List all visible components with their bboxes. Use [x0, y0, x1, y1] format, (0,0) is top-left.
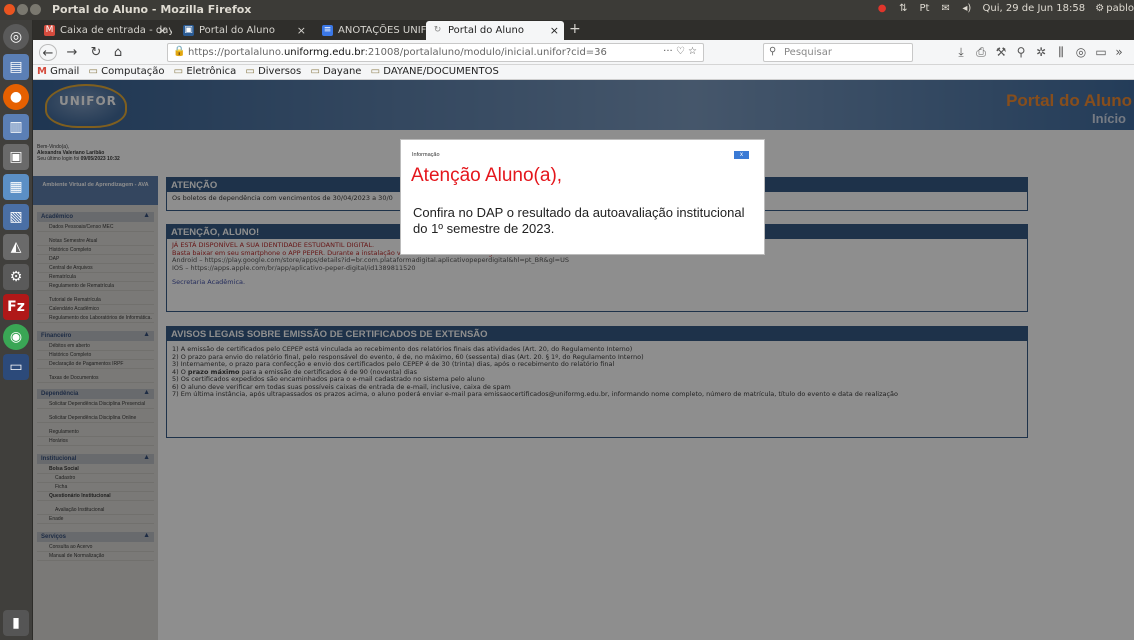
close-tab-icon[interactable]: × [550, 24, 559, 37]
search-placeholder: Pesquisar [784, 47, 832, 58]
bookmark-dayane-documentos[interactable]: ▭ DAYANE/DOCUMENTOS [371, 66, 499, 77]
window-minimize-button[interactable] [17, 4, 28, 15]
tools-icon[interactable]: ⚒ [993, 45, 1009, 59]
software-center-icon[interactable]: ◭ [3, 234, 29, 260]
close-tab-icon[interactable]: × [158, 24, 167, 37]
trash-icon[interactable]: ▮ [3, 610, 29, 636]
bookmark-label: Dayane [323, 66, 362, 77]
calc-icon[interactable]: ▦ [3, 174, 29, 200]
firefox-icon[interactable]: ● [3, 84, 29, 110]
modal-header: Informação [412, 152, 440, 158]
extension-icon[interactable]: ✲ [1033, 45, 1049, 59]
writer-icon[interactable]: ▥ [3, 114, 29, 140]
sidebar-toggle-icon[interactable]: ▭ [1093, 45, 1109, 59]
navigation-toolbar: ← → ↻ ⌂ 🔒 https://portalaluno.uniformg.e… [33, 40, 1134, 65]
bookmark-label: Computação [101, 66, 165, 77]
gmail-icon: M [44, 25, 55, 36]
terminal-icon[interactable]: ▭ [3, 354, 29, 380]
dash-icon[interactable]: ◎ [3, 24, 29, 50]
overflow-menu-icon[interactable]: » [1111, 45, 1127, 59]
modal-title: Atenção Aluno(a), [411, 165, 563, 186]
bookmark-computacao[interactable]: ▭ Computação [89, 66, 165, 77]
loading-icon: ↻ [433, 25, 442, 35]
mail-icon[interactable]: ✉ [940, 3, 951, 14]
new-tab-button[interactable]: + [569, 21, 581, 37]
modal-close-button[interactable]: x [734, 151, 749, 159]
forward-button[interactable]: → [63, 44, 81, 61]
chrome-icon[interactable]: ◉ [3, 324, 29, 350]
url-domain: uniformg.edu.br [283, 47, 365, 58]
system-tray: ● ⇅ Pt ✉ ◂) Qui, 29 de Jun 18:58 ⚙ pablo [870, 3, 1134, 14]
gmail-icon: M [37, 66, 47, 77]
bookmarks-toolbar: M Gmail ▭ Computação ▭ Eletrônica ▭ Dive… [33, 65, 1134, 80]
tab-label: Portal do Aluno [199, 25, 275, 36]
bookmark-dayane[interactable]: ▭ Dayane [310, 66, 361, 77]
reload-button[interactable]: ↻ [87, 44, 105, 61]
user-name[interactable]: pablo [1106, 3, 1134, 14]
downloads-icon[interactable]: ⤓ [953, 45, 969, 60]
ubuntu-launcher: ◎ ▤ ● ▥ ▣ ▦ ▧ ◭ ⚙ Fz ◉ ▭ ▮ [0, 20, 33, 640]
library-icon[interactable]: ⫼ [1053, 45, 1069, 60]
page-actions-icon[interactable]: ··· ♡ ☆ [663, 46, 697, 57]
clock[interactable]: Qui, 29 de Jun 18:58 [983, 3, 1086, 14]
portal-icon: ▣ [183, 25, 194, 36]
folder-icon: ▭ [173, 66, 184, 77]
settings-gear-icon[interactable]: ⚙ [1095, 3, 1104, 14]
update-alert-icon[interactable]: ● [877, 3, 888, 14]
url-bar[interactable]: 🔒 https://portalaluno.uniformg.edu.br:21… [167, 43, 704, 62]
tab-strip: M Caixa de entrada - dayan × ▣ Portal do… [33, 20, 1134, 40]
system-settings-icon[interactable]: ⚙ [3, 264, 29, 290]
system-top-bar: Portal do Aluno - Mozilla Firefox ● ⇅ Pt… [0, 0, 1134, 20]
tab-gmail[interactable]: M Caixa de entrada - dayan × [38, 21, 172, 40]
filezilla-icon[interactable]: Fz [3, 294, 29, 320]
folder-icon: ▭ [88, 66, 98, 77]
window-controls [4, 4, 43, 18]
tab-portal-active[interactable]: ↻ Portal do Aluno × [426, 21, 564, 40]
window-close-button[interactable] [4, 4, 15, 15]
secure-lock-icon[interactable]: 🔒 [173, 46, 185, 57]
document-viewer-icon[interactable]: ▣ [3, 144, 29, 170]
window-maximize-button[interactable] [30, 4, 41, 15]
modal-message: Confira no DAP o resultado da autoavalia… [413, 205, 745, 236]
docs-icon: ≡ [322, 25, 333, 36]
zoom-icon[interactable]: ⚲ [1013, 45, 1029, 59]
bookmark-label: DAYANE/DOCUMENTOS [383, 66, 499, 77]
bookmark-diversos[interactable]: ▭ Diversos [245, 66, 301, 77]
bookmark-eletronica[interactable]: ▭ Eletrônica [174, 66, 237, 77]
print-icon[interactable]: ⎙ [973, 45, 989, 60]
info-modal: Informação x Atenção Aluno(a), Confira n… [400, 139, 765, 255]
folder-icon: ▭ [310, 66, 320, 77]
url-prefix: https://portalaluno. [188, 47, 284, 58]
folder-icon: ▭ [245, 66, 255, 77]
bookmark-gmail[interactable]: M Gmail [37, 66, 79, 77]
addon-icon[interactable]: ◎ [1073, 45, 1089, 59]
url-path: :21008/portalaluno/modulo/inicial.unifor… [364, 47, 607, 58]
volume-icon[interactable]: ◂) [961, 3, 972, 14]
impress-icon[interactable]: ▧ [3, 204, 29, 230]
tab-label: Portal do Aluno [448, 25, 524, 36]
bookmark-label: Gmail [50, 66, 80, 77]
bookmark-label: Eletrônica [186, 66, 237, 77]
network-icon[interactable]: ⇅ [898, 3, 909, 14]
search-input[interactable]: ⚲ Pesquisar [763, 43, 913, 62]
folder-icon: ▭ [370, 66, 381, 77]
tab-label: Caixa de entrada - dayan [60, 25, 172, 36]
close-tab-icon[interactable]: × [297, 24, 306, 37]
home-button[interactable]: ⌂ [109, 44, 127, 61]
bookmark-label: Diversos [258, 66, 302, 77]
tab-portal-1[interactable]: ▣ Portal do Aluno × [177, 21, 311, 40]
keyboard-layout-badge[interactable]: Pt [919, 3, 930, 14]
search-icon: ⚲ [769, 46, 777, 57]
window-title: Portal do Aluno - Mozilla Firefox [52, 3, 252, 16]
back-button[interactable]: ← [39, 44, 57, 61]
files-icon[interactable]: ▤ [3, 54, 29, 80]
